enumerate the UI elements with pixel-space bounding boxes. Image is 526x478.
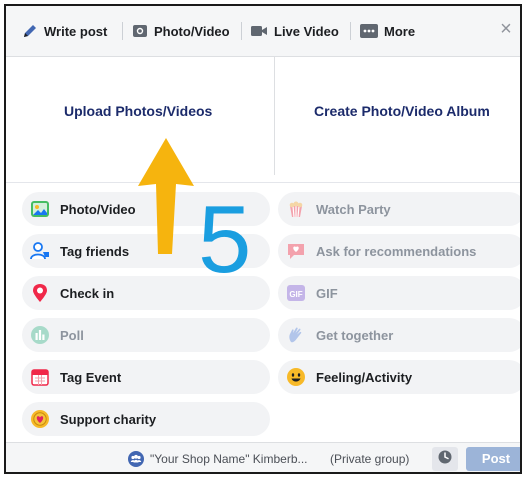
video-camera-icon (250, 24, 268, 38)
wave-hand-icon (286, 325, 306, 345)
tab-divider (350, 22, 351, 40)
clock-icon (438, 450, 452, 469)
more-icon (360, 23, 378, 39)
create-album-button[interactable]: Create Photo/Video Album (314, 103, 490, 119)
option-label: Ask for recommendations (316, 243, 477, 259)
post-button[interactable]: Post (466, 447, 520, 471)
create-post-dialog: Write post Photo/Video Live Video More ×… (4, 4, 522, 474)
option-ask-recommendations[interactable]: Ask for recommendations (278, 234, 520, 268)
tab-label: Write post (44, 23, 108, 39)
upload-options-area: Upload Photos/Videos Create Photo/Video … (6, 57, 520, 181)
option-label: Tag friends (60, 243, 130, 259)
option-label: Poll (60, 327, 84, 343)
calendar-icon (30, 367, 50, 387)
smiley-icon (286, 367, 306, 387)
option-tag-event[interactable]: Tag Event (22, 360, 270, 394)
tab-live-video[interactable]: Live Video (250, 6, 339, 56)
option-feeling-activity[interactable]: Feeling/Activity (278, 360, 520, 394)
group-selector[interactable]: "Your Shop Name" Kimberb... (128, 451, 308, 467)
svg-text:GIF: GIF (289, 290, 302, 299)
composer-footer: "Your Shop Name" Kimberb... (Private gro… (6, 442, 520, 472)
tab-label: Live Video (274, 23, 339, 39)
privacy-label: (Private group) (330, 452, 410, 466)
tab-divider (241, 22, 242, 40)
charity-heart-icon (30, 409, 50, 429)
popcorn-icon (286, 199, 306, 219)
option-label: Watch Party (316, 201, 391, 217)
option-get-together[interactable]: Get together (278, 318, 520, 352)
photo-icon (30, 199, 50, 219)
camera-icon (132, 23, 148, 39)
schedule-button[interactable] (432, 447, 458, 471)
tab-label: More (384, 23, 416, 39)
option-label: Get together (316, 327, 394, 343)
close-icon[interactable]: × (496, 19, 516, 39)
option-label: GIF (316, 285, 338, 301)
recommendation-icon (286, 241, 306, 261)
poll-icon (30, 325, 50, 345)
gif-icon: GIF (286, 283, 306, 303)
pencil-icon (22, 23, 38, 39)
option-label: Support charity (60, 411, 157, 427)
option-label: Photo/Video (60, 201, 136, 217)
annotation-arrow-icon (138, 138, 194, 254)
tab-divider (122, 22, 123, 40)
upload-divider (274, 57, 275, 175)
option-poll[interactable]: Poll (22, 318, 270, 352)
option-label: Check in (60, 285, 115, 301)
tab-more[interactable]: More (360, 6, 415, 56)
option-label: Feeling/Activity (316, 369, 413, 385)
group-icon (128, 451, 144, 467)
tab-photo-video[interactable]: Photo/Video (132, 6, 230, 56)
location-pin-icon (30, 283, 50, 303)
option-label: Tag Event (60, 369, 122, 385)
composer-tab-bar: Write post Photo/Video Live Video More × (6, 6, 520, 57)
composer-options-list: Photo/Video Watch Party Tag friends Ask … (6, 182, 520, 439)
tab-write-post[interactable]: Write post (22, 6, 107, 56)
tag-friends-icon (30, 241, 50, 261)
tab-label: Photo/Video (154, 23, 230, 39)
option-gif[interactable]: GIF GIF (278, 276, 520, 310)
annotation-step-number: 5 (198, 186, 252, 293)
upload-photos-videos-button[interactable]: Upload Photos/Videos (64, 103, 212, 119)
option-watch-party[interactable]: Watch Party (278, 192, 520, 226)
group-name: "Your Shop Name" Kimberb... (150, 452, 308, 466)
option-support-charity[interactable]: Support charity (22, 402, 270, 436)
